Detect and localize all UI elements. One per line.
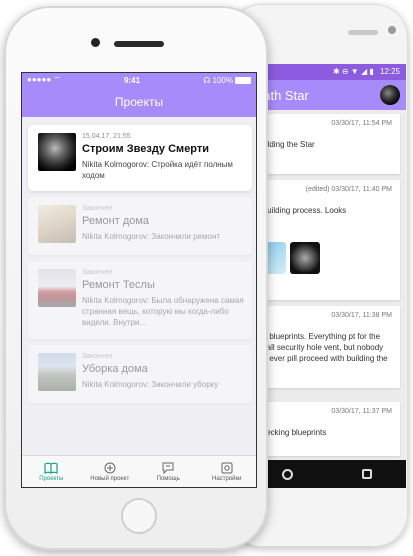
message-author: ov	[256, 418, 392, 427]
message-body: Building the Star	[256, 140, 315, 149]
gear-icon	[220, 462, 234, 474]
status-time: 9:41	[124, 75, 141, 85]
attachment-thumbs	[256, 242, 392, 274]
tab-label: Проекты	[39, 475, 64, 482]
tab-bar: Проекты Новый проект Помощь Настройки	[22, 455, 256, 487]
message-card[interactable]: 03/30/17, 11:54 PM ov Building the Star	[248, 114, 400, 174]
tab-settings[interactable]: Настройки	[198, 456, 257, 487]
project-last-message: Nikita Kolmogorov: Закончили ремонт	[82, 232, 221, 241]
earpiece	[114, 41, 164, 47]
project-avatar[interactable]	[380, 85, 400, 105]
mockup-stage: ✱ ⊖ ▼ ◢ ▮ 12:25 eath Star 03/30/17, 11:5…	[0, 0, 413, 556]
tab-projects[interactable]: Проекты	[22, 456, 81, 487]
project-status: Закончен	[82, 269, 113, 276]
plus-circle-icon	[103, 462, 117, 474]
project-thumbnail	[38, 133, 76, 171]
chat-icon	[161, 462, 175, 474]
message-author: ov	[256, 196, 392, 205]
project-thumbnail	[38, 205, 76, 243]
project-card[interactable]: 15.04.17, 21:55 Строим Звезду Смерти Nik…	[28, 125, 252, 191]
battery-icon	[235, 76, 251, 84]
message-card[interactable]: (edited) 03/30/17, 11:40 PM ov e buildin…	[248, 180, 400, 300]
project-thumbnail	[38, 269, 76, 307]
project-status: Закончен	[82, 353, 113, 360]
message-card[interactable]: 03/30/17, 11:37 PM ov Checking blueprint…	[248, 402, 400, 456]
home-nav-icon[interactable]	[282, 468, 294, 480]
carrier-signal: ●●●●● ⌔	[27, 75, 61, 84]
speaker	[348, 30, 378, 35]
camera	[388, 26, 396, 34]
message-feed: 03/30/17, 11:54 PM ov Building the Star …	[248, 110, 406, 460]
project-title: Строим Звезду Смерти	[82, 143, 210, 155]
project-thumbnail	[38, 353, 76, 391]
project-title: Ремонт дома	[82, 215, 150, 227]
message-meta: 03/30/17, 11:37 PM	[331, 408, 392, 415]
tab-label: Настройки	[212, 475, 242, 482]
project-card[interactable]: Закончен Уборка дома Nikita Kolmogorov: …	[28, 345, 252, 403]
message-meta: 03/30/17, 11:54 PM	[331, 120, 392, 127]
message-body: e building process. Looks	[256, 206, 347, 215]
project-title: Уборка дома	[82, 363, 148, 375]
message-body: the blueprints. Everything pt for the sm…	[256, 332, 388, 363]
message-body: Checking blueprints	[256, 428, 327, 437]
message-meta: (edited) 03/30/17, 11:40 PM	[305, 186, 392, 193]
battery-label: ☊ 100%	[203, 75, 233, 85]
project-date: 15.04.17, 21:55	[82, 133, 131, 140]
battery-status: ☊ 100%	[203, 76, 251, 85]
book-icon	[44, 462, 58, 474]
project-card[interactable]: Закончен Ремонт Теслы Nikita Kolmogorov:…	[28, 261, 252, 339]
navigation-bar: Проекты	[22, 87, 256, 117]
status-icons: ✱ ⊖ ▼ ◢ ▮	[332, 67, 374, 76]
message-author: ov	[256, 130, 392, 139]
project-last-message: Nikita Kolmogorov: Стройка идёт полным х…	[82, 160, 233, 180]
iphone: ●●●●● ⌔ 9:41 ☊ 100% Проекты 15.04.17, 21…	[4, 6, 268, 550]
recents-nav-icon[interactable]	[361, 469, 372, 479]
project-status: Закончен	[82, 205, 113, 212]
message-meta: 03/30/17, 11:38 PM	[331, 312, 392, 319]
ios-status-bar: ●●●●● ⌔ 9:41 ☊ 100%	[22, 73, 256, 87]
project-card[interactable]: Закончен Ремонт дома Nikita Kolmogorov: …	[28, 197, 252, 255]
tab-label: Новый проект	[90, 475, 130, 482]
message-card[interactable]: 03/30/17, 11:38 PM ov the blueprints. Ev…	[248, 306, 400, 388]
android-nav-bar	[248, 460, 406, 488]
tab-new-project[interactable]: Новый проект	[81, 456, 140, 487]
tab-label: Помощь	[156, 475, 180, 482]
page-title: Проекты	[114, 95, 164, 109]
project-last-message: Nikita Kolmogorov: Была обнаружена самая…	[82, 296, 244, 327]
message-author: ov	[256, 322, 392, 331]
home-button[interactable]	[121, 498, 157, 534]
front-camera	[91, 38, 100, 47]
attachment-image[interactable]	[290, 242, 320, 274]
android-status-bar: ✱ ⊖ ▼ ◢ ▮ 12:25	[248, 64, 406, 80]
tab-help[interactable]: Помощь	[139, 456, 198, 487]
project-title: Ремонт Теслы	[82, 279, 155, 291]
android-app-bar: eath Star	[248, 80, 406, 110]
iphone-screen: ●●●●● ⌔ 9:41 ☊ 100% Проекты 15.04.17, 21…	[21, 72, 257, 488]
android-screen: ✱ ⊖ ▼ ◢ ▮ 12:25 eath Star 03/30/17, 11:5…	[248, 64, 406, 488]
status-time: 12:25	[379, 67, 400, 76]
project-last-message: Nikita Kolmogorov: Закончили уборку	[82, 380, 219, 389]
